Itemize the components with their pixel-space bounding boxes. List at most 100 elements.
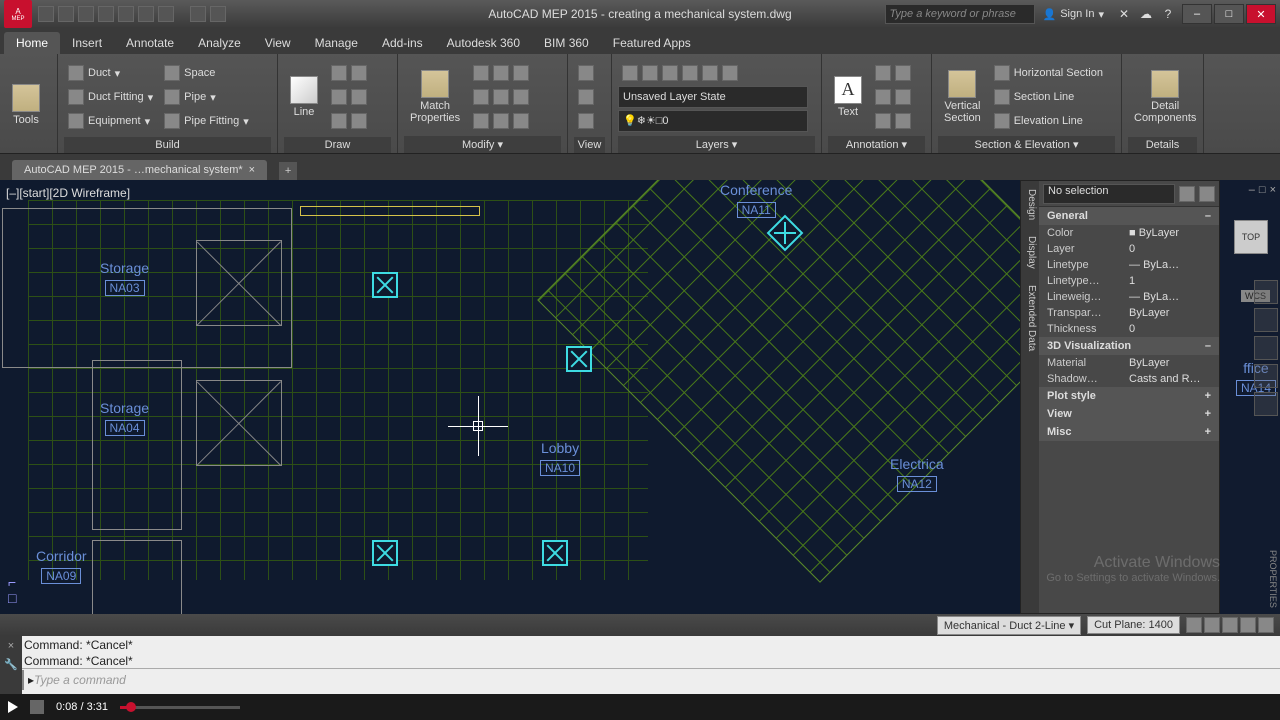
layer-tools-row[interactable] [618, 62, 815, 84]
viewcube[interactable]: TOP [1234, 220, 1268, 254]
tab-extended-data[interactable]: Extended Data [1021, 277, 1039, 359]
annot-tool2[interactable] [871, 86, 915, 108]
tab-a360[interactable]: Autodesk 360 [435, 32, 532, 54]
modify-row2[interactable] [469, 86, 533, 108]
save-icon[interactable] [78, 6, 94, 22]
file-tab-active[interactable]: AutoCAD MEP 2015 - …mechanical system*× [12, 160, 267, 180]
undo-icon[interactable] [138, 6, 154, 22]
space-button[interactable]: Space [160, 62, 253, 84]
properties-vtab[interactable]: PROPERTIES [1268, 550, 1278, 608]
sb-icon-2[interactable] [1204, 617, 1220, 633]
match-props-button[interactable]: Match Properties [404, 57, 466, 136]
steering-wheel-icon[interactable] [1254, 280, 1278, 304]
cloud-icon[interactable]: ☁ [1138, 6, 1154, 22]
saveas-icon[interactable] [98, 6, 114, 22]
cmd-close-icon[interactable]: × [4, 640, 18, 654]
pan-icon[interactable] [1254, 308, 1278, 332]
orbit-icon[interactable] [1254, 364, 1278, 388]
help-icon[interactable]: ? [1160, 6, 1176, 22]
play-button[interactable] [8, 701, 18, 713]
volume-icon[interactable] [30, 700, 44, 714]
layer-current-dropdown[interactable]: 💡❄☀□ 0 [618, 110, 808, 132]
cat-3dvis[interactable]: 3D Visualization– [1039, 337, 1219, 355]
sb-icon-1[interactable] [1186, 617, 1202, 633]
text-button[interactable]: AText [828, 57, 868, 136]
qat-extra1-icon[interactable] [190, 6, 206, 22]
sb-icon-3[interactable] [1222, 617, 1238, 633]
tab-insert[interactable]: Insert [60, 32, 114, 54]
cmd-input-placeholder[interactable]: Type a command [34, 673, 126, 687]
minimize-button[interactable]: – [1182, 4, 1212, 24]
panel-modify-label[interactable]: Modify ▾ [404, 136, 561, 153]
tab-bim360[interactable]: BIM 360 [532, 32, 601, 54]
cat-view[interactable]: View+ [1039, 405, 1219, 423]
progress-bar[interactable] [120, 706, 240, 709]
line-button[interactable]: Line [284, 57, 324, 137]
elevation-line-button[interactable]: Elevation Line [990, 110, 1107, 132]
close-button[interactable]: ✕ [1246, 4, 1276, 24]
maximize-button[interactable]: □ [1214, 4, 1244, 24]
cmd-wrench-icon[interactable]: 🔧 [4, 658, 18, 672]
vp-minimize-icon[interactable]: – [1249, 184, 1255, 196]
print-icon[interactable] [118, 6, 134, 22]
properties-palette[interactable]: Design Display Extended Data No selectio… [1020, 180, 1220, 614]
cat-general[interactable]: General– [1039, 207, 1219, 225]
new-file-tab-button[interactable]: + [279, 162, 297, 180]
view-tool1[interactable] [574, 62, 598, 84]
panel-annotation-label[interactable]: Annotation ▾ [828, 136, 925, 153]
draw-tool2[interactable] [327, 86, 371, 108]
command-line[interactable]: Command: *Cancel* Command: *Cancel* ▸ Ty… [0, 636, 1280, 694]
tab-view[interactable]: View [253, 32, 303, 54]
detail-components-button[interactable]: Detail Components [1128, 57, 1202, 137]
showmotion-icon[interactable] [1254, 392, 1278, 416]
panel-section-elev-label[interactable]: Section & Elevation ▾ [938, 136, 1115, 153]
tab-home[interactable]: Home [4, 32, 60, 54]
pipe-fitting-button[interactable]: Pipe Fitting▾ [160, 110, 253, 132]
annot-tool1[interactable] [871, 62, 915, 84]
tab-featured[interactable]: Featured Apps [601, 32, 703, 54]
tab-analyze[interactable]: Analyze [186, 32, 253, 54]
quickselect-icon[interactable] [1179, 186, 1195, 202]
qat-extra2-icon[interactable] [210, 6, 226, 22]
draw-tool3[interactable] [327, 110, 371, 132]
cut-plane-display[interactable]: Cut Plane: 1400 [1087, 616, 1180, 634]
tab-display[interactable]: Display [1021, 228, 1039, 277]
sb-icon-5[interactable] [1258, 617, 1274, 633]
pickadd-icon[interactable] [1199, 186, 1215, 202]
layer-state-dropdown[interactable]: Unsaved Layer State [618, 86, 808, 108]
vp-max-icon[interactable]: □ [1259, 184, 1266, 196]
search-input[interactable]: Type a keyword or phrase [885, 4, 1035, 24]
zoom-icon[interactable] [1254, 336, 1278, 360]
panel-layers-label[interactable]: Layers ▾ [618, 136, 815, 153]
modify-row3[interactable] [469, 110, 533, 132]
pipe-button[interactable]: Pipe▾ [160, 86, 253, 108]
vp-close-icon[interactable]: × [1270, 184, 1276, 196]
tools-button[interactable]: Tools [6, 57, 46, 153]
section-line-button[interactable]: Section Line [990, 86, 1107, 108]
tab-manage[interactable]: Manage [303, 32, 370, 54]
horizontal-section-button[interactable]: Horizontal Section [990, 62, 1107, 84]
equipment-button[interactable]: Equipment▾ [64, 110, 157, 132]
display-config-dropdown[interactable]: Mechanical - Duct 2-Line ▾ [937, 616, 1081, 635]
view-tool2[interactable] [574, 86, 598, 108]
duct-fitting-button[interactable]: Duct Fitting▾ [64, 86, 157, 108]
drawing-canvas[interactable]: [–][start][2D Wireframe] /*placeholder g… [0, 180, 1280, 614]
tab-addins[interactable]: Add-ins [370, 32, 435, 54]
view-tool3[interactable] [574, 110, 598, 132]
draw-tool1[interactable] [327, 62, 371, 84]
modify-row1[interactable] [469, 62, 533, 84]
sb-icon-4[interactable] [1240, 617, 1256, 633]
vertical-section-button[interactable]: Vertical Section [938, 57, 987, 136]
new-icon[interactable] [38, 6, 54, 22]
app-icon[interactable]: AMEP [4, 0, 32, 28]
sign-in-button[interactable]: 👤 Sign In ▾ [1035, 8, 1112, 21]
annot-tool3[interactable] [871, 110, 915, 132]
file-tab-close-icon[interactable]: × [249, 164, 255, 176]
selection-dropdown[interactable]: No selection [1043, 184, 1175, 204]
redo-icon[interactable] [158, 6, 174, 22]
cat-misc[interactable]: Misc+ [1039, 423, 1219, 441]
tab-annotate[interactable]: Annotate [114, 32, 186, 54]
cat-plotstyle[interactable]: Plot style+ [1039, 387, 1219, 405]
duct-button[interactable]: Duct▾ [64, 62, 157, 84]
tab-design[interactable]: Design [1021, 181, 1039, 228]
